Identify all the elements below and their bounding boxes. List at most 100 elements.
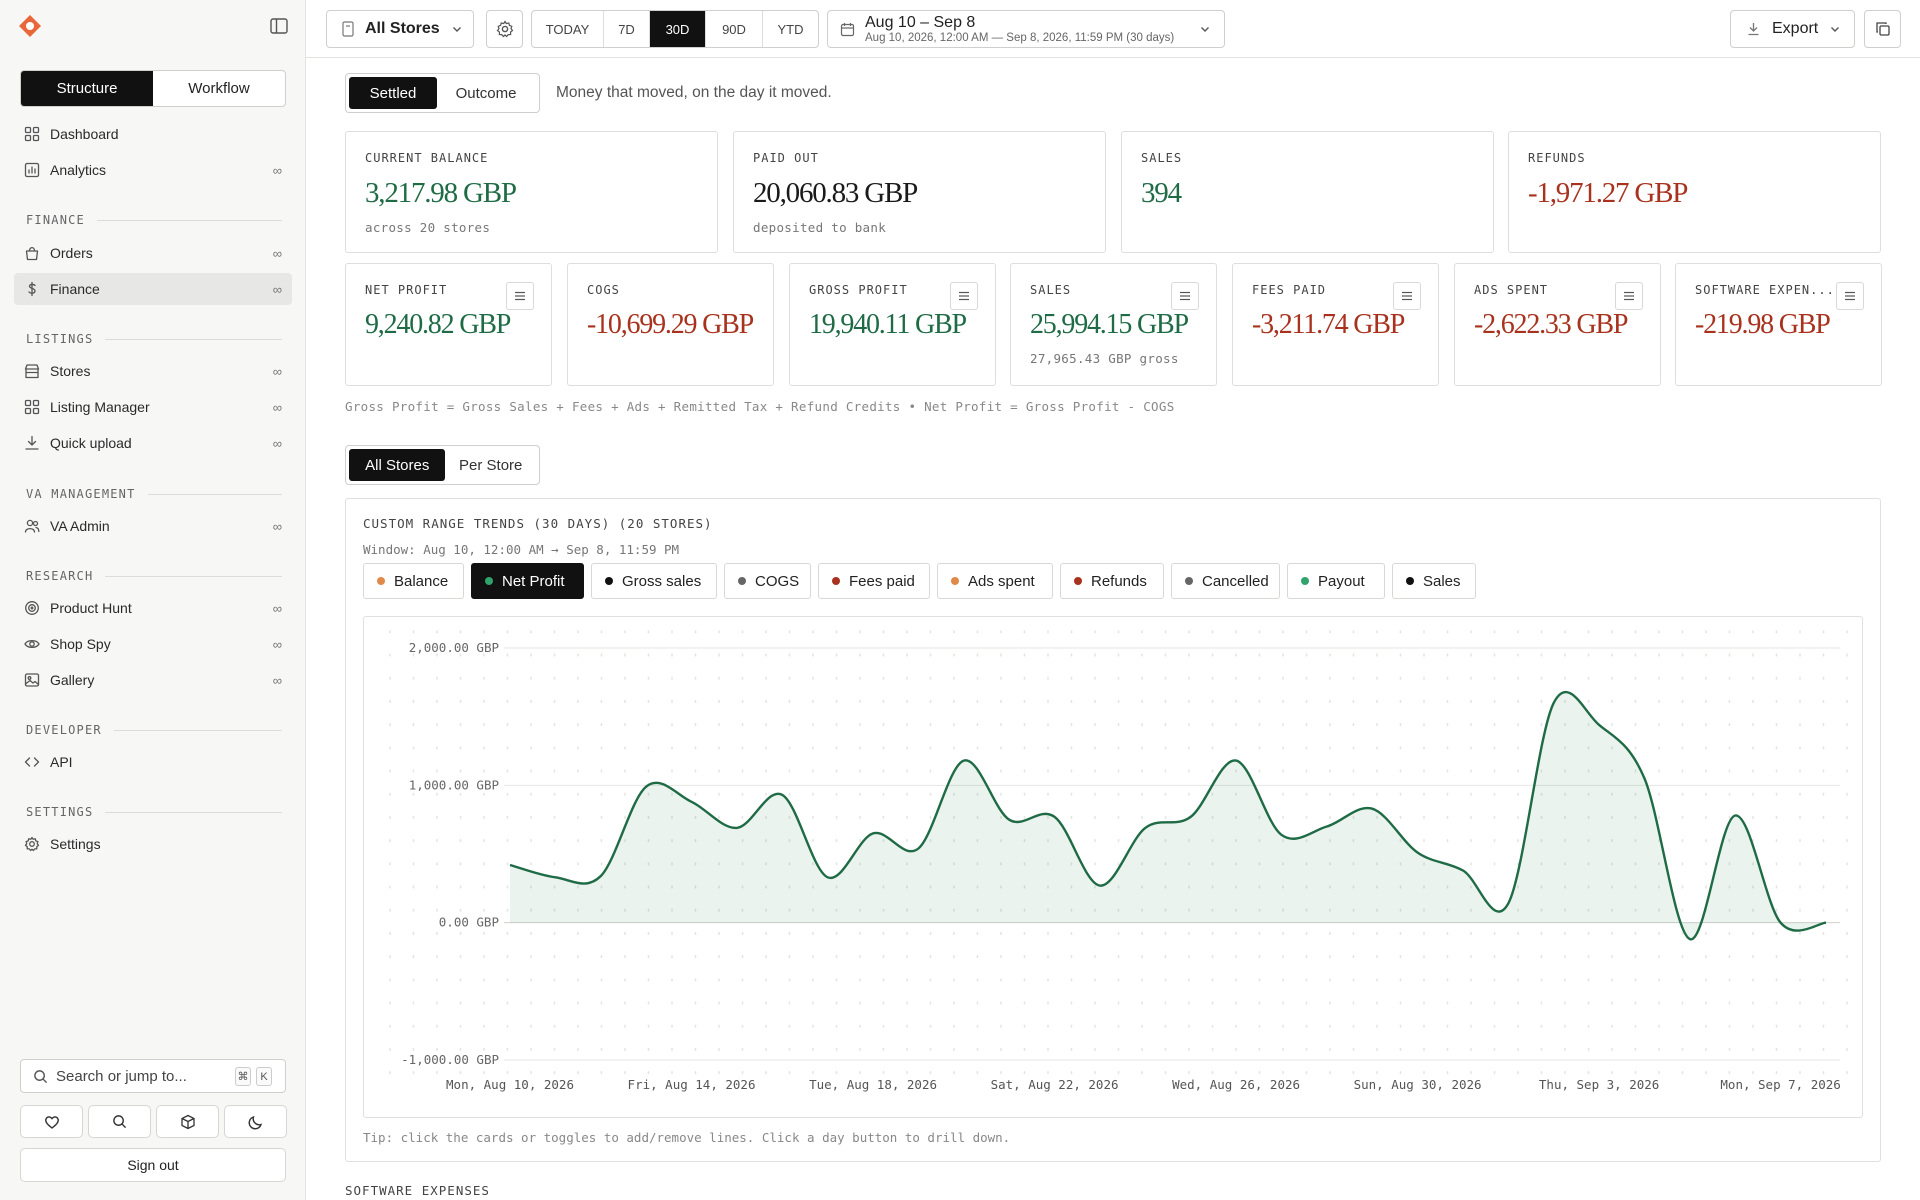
net-profit-point (868, 828, 878, 838)
store-select[interactable]: All Stores (326, 10, 474, 48)
card-menu-button[interactable] (1393, 282, 1421, 310)
sidebar-item-label: Orders (50, 245, 93, 261)
brand-logo-icon[interactable] (18, 14, 42, 38)
toggle-payout[interactable]: Payout (1287, 563, 1385, 599)
net-profit-point (1231, 756, 1241, 766)
nav-section-research: RESEARCH (26, 569, 282, 583)
card-sales[interactable]: SALES 394 (1121, 131, 1494, 253)
series-color-dot (1406, 577, 1414, 585)
code-icon (24, 757, 40, 767)
tab-all-stores[interactable]: All Stores (349, 449, 446, 481)
metric-card-ads-spent[interactable]: ADS SPENT -2,622.33 GBP (1454, 263, 1661, 386)
sidebar-item-product-hunt[interactable]: Product Hunt ∞ (14, 592, 292, 624)
sidebar-item-stores[interactable]: Stores ∞ (14, 355, 292, 387)
sidebar-item-dashboard[interactable]: Dashboard (14, 118, 292, 150)
sidebar-item-label: Shop Spy (50, 636, 111, 652)
sidebar-item-settings[interactable]: Settings (14, 828, 292, 860)
card-menu-button[interactable] (1171, 282, 1199, 310)
menu-icon (959, 291, 969, 301)
range-7d[interactable]: 7D (604, 11, 650, 47)
export-label: Export (1772, 20, 1819, 37)
card-value: -219.98 GBP (1695, 309, 1831, 340)
search-box[interactable]: Search or jump to... ⌘ K (20, 1059, 286, 1093)
sidebar-item-quick-upload[interactable]: Quick upload ∞ (14, 427, 292, 459)
net-profit-area (510, 692, 1826, 940)
toggle-ads-spent[interactable]: Ads spent (937, 563, 1053, 599)
sidebar-item-api[interactable]: API (14, 746, 292, 778)
sidebar-item-label: Listing Manager (50, 399, 150, 415)
favorites-button[interactable] (20, 1105, 83, 1138)
sidebar-item-gallery[interactable]: Gallery ∞ (14, 664, 292, 696)
theme-toggle-button[interactable] (224, 1105, 287, 1138)
metric-card-software-expen[interactable]: SOFTWARE EXPEN... -219.98 GBP (1675, 263, 1882, 386)
sidebar-item-va-admin[interactable]: VA Admin ∞ (14, 510, 292, 542)
card-menu-button[interactable] (950, 282, 978, 310)
metric-card-gross-profit[interactable]: GROSS PROFIT 19,940.11 GBP (789, 263, 996, 386)
metric-card-net-profit[interactable]: NET PROFIT 9,240.82 GBP (345, 263, 552, 386)
tab-settled[interactable]: Settled (349, 77, 437, 109)
sidebar-item-analytics[interactable]: Analytics ∞ (14, 154, 292, 186)
package-button[interactable] (156, 1105, 219, 1138)
net-profit-point (505, 860, 515, 870)
app-window: Structure Workflow Dashboard Analytics ∞ FI… (0, 0, 1920, 1200)
card-value: 9,240.82 GBP (365, 309, 511, 340)
toggle-gross-sales[interactable]: Gross sales (591, 563, 717, 599)
x-tick-label: Thu, Sep 3, 2026 (1539, 1077, 1659, 1092)
toggle-cancelled[interactable]: Cancelled (1171, 563, 1280, 599)
formula-note: Gross Profit = Gross Sales + Fees + Ads … (345, 399, 1175, 414)
card-menu-button[interactable] (506, 282, 534, 310)
range-ytd[interactable]: YTD (763, 11, 818, 47)
card-paid-out[interactable]: PAID OUT 20,060.83 GBP deposited to bank (733, 131, 1106, 253)
chart-tip: Tip: click the cards or toggles to add/r… (363, 1130, 1011, 1145)
toggle-balance[interactable]: Balance (363, 563, 464, 599)
heart-icon (44, 1115, 59, 1129)
range-90d[interactable]: 90D (706, 11, 763, 47)
toggle-fees-paid[interactable]: Fees paid (818, 563, 930, 599)
store-icon (24, 364, 40, 379)
toggle-net-profit[interactable]: Net Profit (471, 563, 584, 599)
trends-title: CUSTOM RANGE TRENDS (30 DAYS) (20 STORES… (363, 516, 713, 531)
copy-button[interactable] (1864, 10, 1901, 48)
export-button[interactable]: Export (1730, 10, 1855, 48)
sidebar-item-listing-manager[interactable]: Listing Manager ∞ (14, 391, 292, 423)
bag-icon (25, 246, 39, 261)
tab-structure[interactable]: Structure (21, 71, 153, 106)
range-switch: TODAY 7D 30D 90D YTD (531, 10, 819, 48)
tab-workflow[interactable]: Workflow (153, 71, 285, 106)
card-value: -1,971.27 GBP (1528, 177, 1688, 209)
chevron-down-icon (1201, 27, 1209, 32)
card-current-balance[interactable]: CURRENT BALANCE 3,217.98 GBP across 20 sto… (345, 131, 718, 253)
sidebar-toggle-icon[interactable] (270, 17, 288, 35)
tab-per-store[interactable]: Per Store (445, 449, 536, 481)
settings-button[interactable] (486, 10, 523, 48)
metric-card-cogs[interactable]: COGS -10,699.29 GBP (567, 263, 774, 386)
sidebar-item-finance[interactable]: Finance ∞ (14, 273, 292, 305)
card-menu-button[interactable] (1615, 282, 1643, 310)
range-today[interactable]: TODAY (532, 11, 604, 47)
sidebar-item-orders[interactable]: Orders ∞ (14, 237, 292, 269)
metric-card-sales[interactable]: SALES 25,994.15 GBP 27,965.43 GBP gross (1010, 263, 1217, 386)
card-menu-button[interactable] (1836, 282, 1864, 310)
card-label: REFUNDS (1528, 151, 1586, 165)
sign-out-button[interactable]: Sign out (20, 1148, 286, 1182)
download-icon (25, 435, 39, 450)
toggle-label: Net Profit (502, 572, 565, 590)
net-profit-point (1776, 918, 1786, 928)
card-value: -2,622.33 GBP (1474, 309, 1628, 340)
card-refunds[interactable]: REFUNDS -1,971.27 GBP (1508, 131, 1881, 253)
toggle-refunds[interactable]: Refunds (1060, 563, 1164, 599)
toggle-cogs[interactable]: COGS (724, 563, 811, 599)
quick-search-button[interactable] (88, 1105, 151, 1138)
date-range-picker[interactable]: Aug 10 – Sep 8 Aug 10, 2026, 12:00 AM — … (827, 10, 1225, 48)
sidebar-item-label: Dashboard (50, 126, 119, 142)
tab-outcome[interactable]: Outcome (437, 77, 535, 109)
sidebar-item-shop-spy[interactable]: Shop Spy ∞ (14, 628, 292, 660)
x-tick-label: Sat, Aug 22, 2026 (991, 1077, 1119, 1092)
net-profit-point (1322, 822, 1332, 832)
net-profit-point (1821, 918, 1831, 928)
metric-card-fees-paid[interactable]: FEES PAID -3,211.74 GBP (1232, 263, 1439, 386)
sidebar: Structure Workflow Dashboard Analytics ∞ FI… (0, 0, 306, 1200)
range-30d[interactable]: 30D (650, 11, 706, 47)
toggle-sales[interactable]: Sales (1392, 563, 1476, 599)
toggle-label: COGS (755, 572, 800, 590)
